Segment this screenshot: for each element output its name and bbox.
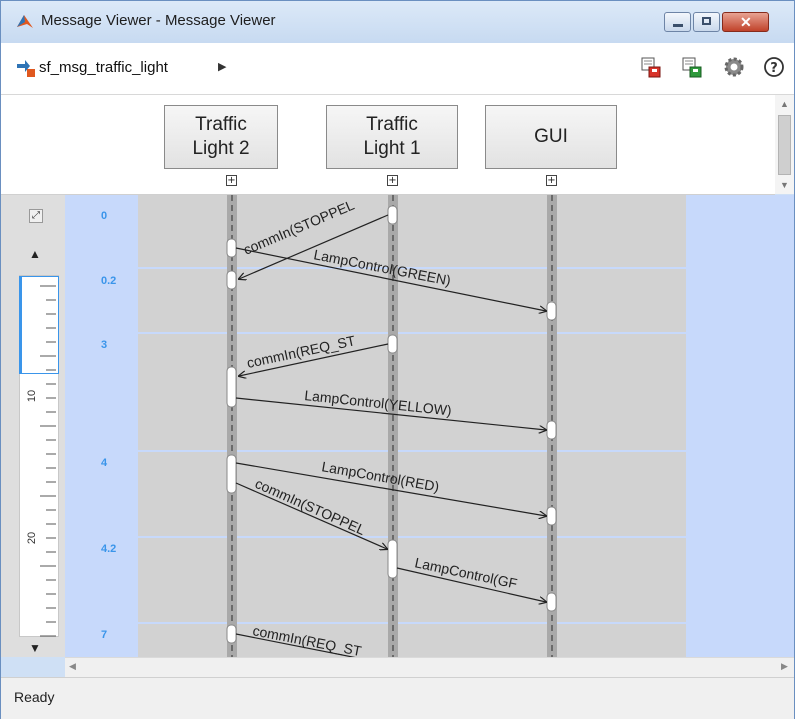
activation-bar <box>226 454 237 494</box>
message-label[interactable]: commIn(STOPPEL <box>241 197 357 258</box>
scroll-up-icon[interactable]: ▲ <box>780 99 789 109</box>
breadcrumb-model[interactable]: sf_msg_traffic_light <box>39 59 168 76</box>
expand-gui-icon[interactable]: + <box>546 175 557 186</box>
message-label[interactable]: LampControl(GF <box>413 554 518 591</box>
model-icon <box>17 60 35 77</box>
title-bar: Message Viewer - Message Viewer ✕ <box>1 1 794 43</box>
expand-traffic-light-1-icon[interactable]: + <box>387 175 398 186</box>
message-label[interactable]: commIn(REQ_ST <box>245 332 357 371</box>
settings-gear-icon[interactable] <box>722 55 746 79</box>
window-title: Message Viewer - Message Viewer <box>41 12 276 29</box>
sequence-area: ⤢ ▲ 10 20 ▼ 0 0.2 3 4 4.2 7 commIn(STOPP… <box>1 195 794 657</box>
import-icon[interactable] <box>680 55 704 79</box>
horizontal-scrollbar[interactable]: ◀ ▶ <box>65 657 794 677</box>
minimize-button[interactable] <box>664 12 691 32</box>
expand-traffic-light-2-icon[interactable]: + <box>226 175 237 186</box>
activation-bar <box>546 420 557 440</box>
minimize-icon <box>673 24 683 27</box>
activation-bar <box>546 592 557 612</box>
scroll-down-icon[interactable]: ▼ <box>780 180 789 190</box>
message-viewer-window: Message Viewer - Message Viewer ✕ sf_msg… <box>0 0 795 719</box>
matlab-logo-icon <box>17 15 33 28</box>
header-vertical-scrollbar[interactable]: ▲ ▼ <box>775 95 794 194</box>
activation-bar <box>226 624 237 644</box>
status-text: Ready <box>14 689 55 705</box>
activation-bar <box>546 301 557 321</box>
scroll-right-icon[interactable]: ▶ <box>781 661 788 672</box>
status-bar: Ready <box>1 677 794 719</box>
maximize-button[interactable] <box>693 12 720 32</box>
svg-text:?: ? <box>770 61 778 76</box>
lifeline-traffic-light-2[interactable]: Traffic Light 2 <box>164 105 278 169</box>
message-label[interactable]: commIn(STOPPEL <box>253 475 368 538</box>
message-arrow <box>235 482 387 549</box>
message-sequence: commIn(STOPPEL LampControl(GREEN) commIn… <box>226 195 557 657</box>
scrollbar-thumb[interactable] <box>778 115 791 175</box>
message-label[interactable]: commIn(REQ_ST <box>251 622 363 657</box>
message-label[interactable]: LampControl(YELLOW) <box>304 387 453 418</box>
export-icon[interactable] <box>639 55 663 79</box>
lifeline-traffic-light-1[interactable]: Traffic Light 1 <box>326 105 458 169</box>
activation-bar <box>387 205 398 225</box>
activation-bar <box>387 334 398 354</box>
activation-bar <box>226 366 237 408</box>
activation-bar <box>387 539 398 579</box>
toolbar: sf_msg_traffic_light ▶ ? <box>1 43 794 95</box>
breadcrumb-arrow-icon[interactable]: ▶ <box>218 60 226 73</box>
lifeline-track-traffic-light-2 <box>227 195 237 657</box>
activation-bar <box>226 238 237 258</box>
activation-bar <box>226 270 237 290</box>
close-icon: ✕ <box>740 14 752 30</box>
activation-bar <box>546 506 557 526</box>
lifeline-header: Traffic Light 2 Traffic Light 1 GUI + + … <box>1 95 775 195</box>
maximize-icon <box>702 17 711 25</box>
lifeline-gui[interactable]: GUI <box>485 105 617 169</box>
help-icon[interactable]: ? <box>762 55 786 79</box>
scroll-left-icon[interactable]: ◀ <box>69 661 76 672</box>
close-button[interactable]: ✕ <box>722 12 769 32</box>
message-label[interactable]: LampControl(RED) <box>320 458 440 494</box>
